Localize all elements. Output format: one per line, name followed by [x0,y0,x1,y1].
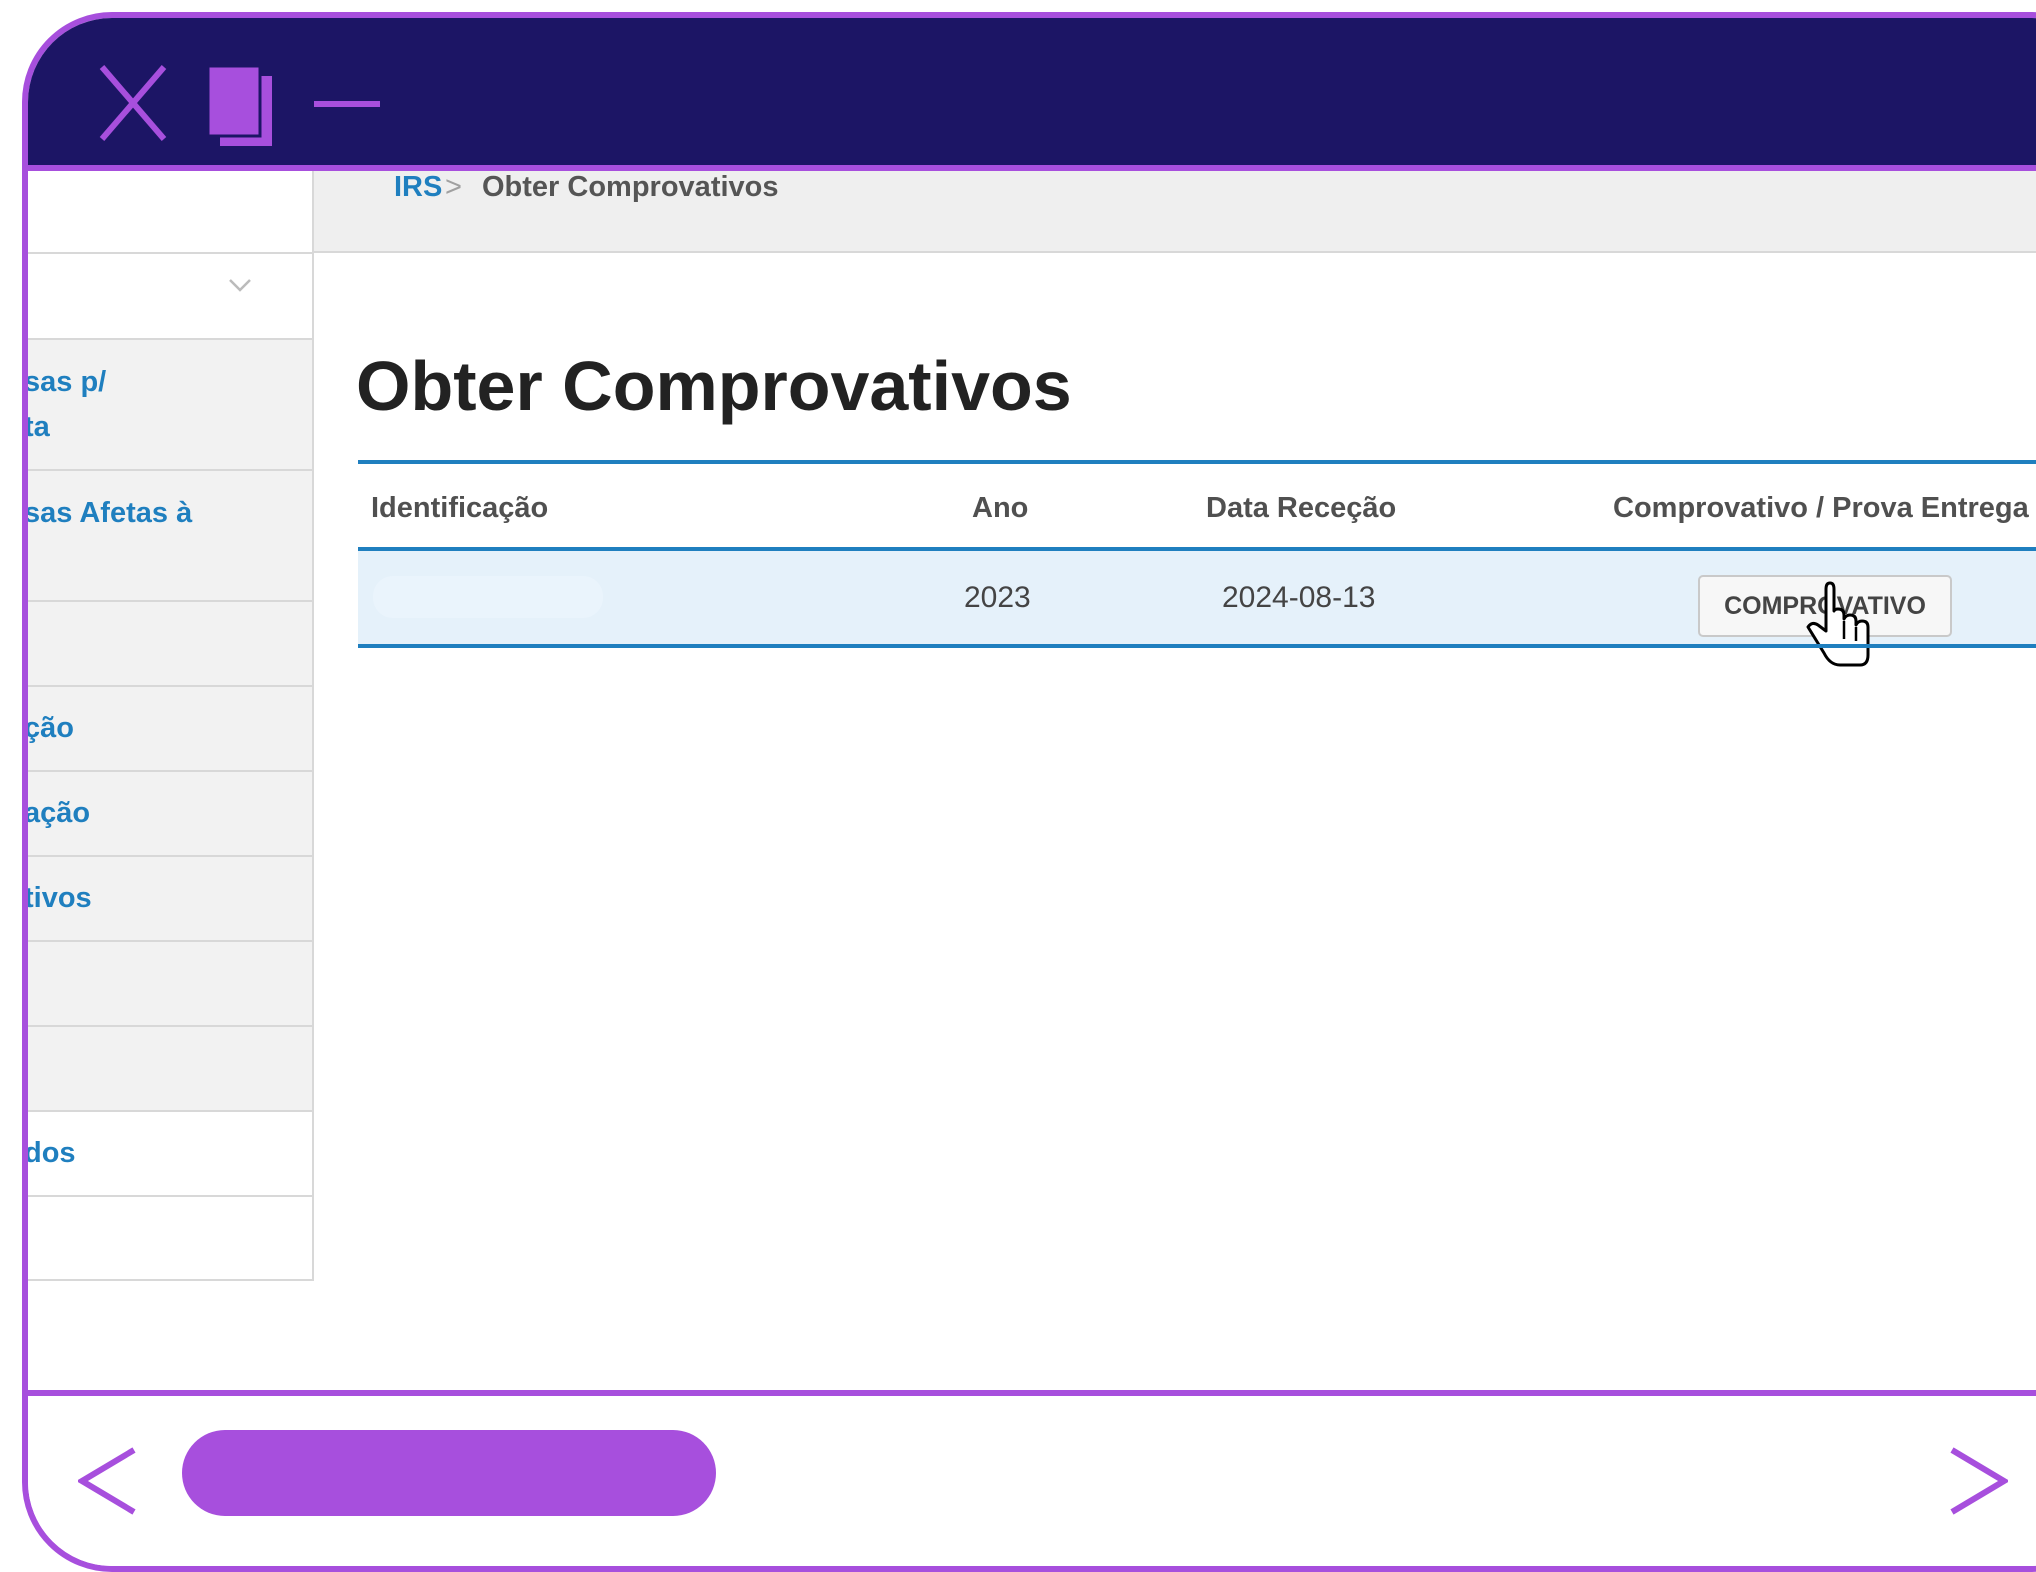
table-bottom-border [358,644,2036,648]
sidebar-item-label: sas Afetas à [28,497,193,529]
sidebar-item-label: tivos [28,882,92,914]
title-bar [28,18,2036,171]
sidebar-item-label: ação [28,797,91,829]
browser-window: sas p/ ta sas Afetas à ção ação tivos do… [22,12,2036,1572]
minimize-icon[interactable] [312,92,382,116]
sidebar-item-label: ção [28,712,74,744]
sidebar-item-declaracao[interactable]: ção [28,687,312,772]
sidebar-item-despesas-afetas[interactable]: sas Afetas à [28,471,312,602]
identificacao-cell-redacted [373,576,603,618]
column-header-data-rececao: Data Receção [1206,492,1397,524]
maximize-icon[interactable] [206,64,274,148]
sidebar-item[interactable] [28,942,312,1027]
arrow-left-icon[interactable] [76,1446,138,1516]
cell-ano: 2023 [964,581,1031,614]
page-viewport: sas p/ ta sas Afetas à ção ação tivos do… [28,171,2036,1396]
column-header-comprovativo: Comprovativo / Prova Entrega [1613,492,2029,524]
sidebar-item[interactable] [28,602,312,687]
breadcrumb-current: Obter Comprovativos [482,171,779,203]
sidebar-item[interactable] [28,1197,312,1281]
breadcrumb: IRS > Obter Comprovativos [314,171,2036,253]
cell-data-rececao: 2024-08-13 [1222,581,1376,614]
sidebar-item[interactable] [28,171,312,254]
horizontal-scrollbar-thumb[interactable] [182,1430,716,1516]
sidebar-item-label: ta [28,411,50,443]
sidebar-item-dados[interactable]: dos [28,1112,312,1197]
chevron-down-icon [229,279,251,292]
column-header-ano: Ano [972,492,1029,524]
hand-cursor-icon [1806,581,1870,667]
breadcrumb-link-irs[interactable]: IRS [394,171,442,207]
sidebar-item-despesas[interactable]: sas p/ ta [28,340,312,471]
bottom-nav-bar [28,1390,2036,1566]
breadcrumb-separator: > [445,171,462,203]
close-icon[interactable] [98,63,168,143]
sidebar-item-comprovativos[interactable]: tivos [28,857,312,942]
sidebar-item-label: dos [28,1137,76,1169]
sidebar-menu: sas p/ ta sas Afetas à ção ação tivos do… [28,171,314,1281]
sidebar-item-label: sas p/ [28,366,107,398]
column-header-identificacao: Identificação [371,492,549,524]
sidebar-item-liquidacao[interactable]: ação [28,772,312,857]
sidebar-dropdown[interactable] [28,254,312,340]
page-title: Obter Comprovativos [356,347,1072,425]
sidebar-item[interactable] [28,1027,312,1112]
table-top-border [358,460,2036,464]
arrow-right-icon[interactable] [1948,1446,2010,1516]
